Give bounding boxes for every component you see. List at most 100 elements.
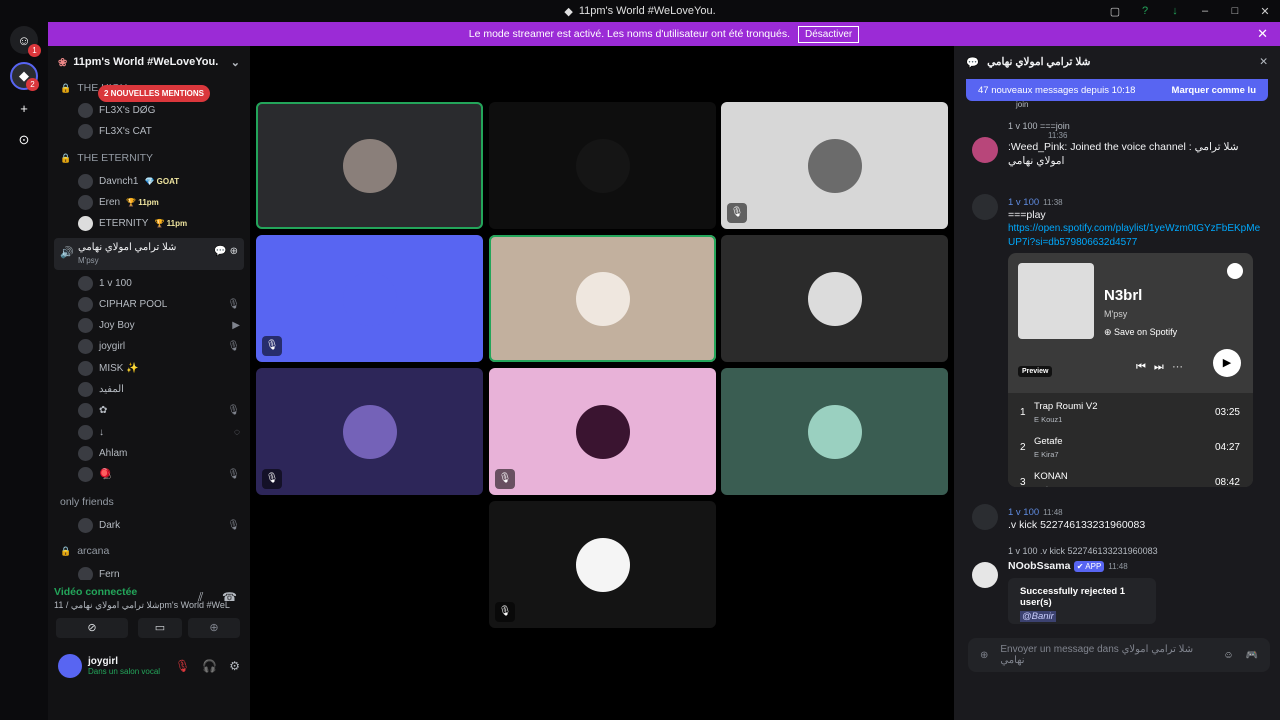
voice-user[interactable]: Davnch1 💎 GOAT xyxy=(78,172,240,190)
gamepad-icon[interactable]: 🎮 xyxy=(1246,650,1258,661)
avatar[interactable] xyxy=(58,654,82,678)
voice-user[interactable]: ETERNITY 🏆 11pm xyxy=(78,214,240,232)
next-icon[interactable]: ⏭ xyxy=(1154,361,1172,373)
status-icon: 🎙 xyxy=(227,469,240,481)
activity-button[interactable]: ⊕ xyxy=(188,618,240,638)
video-tile[interactable]: 🎙 xyxy=(256,368,483,495)
chat-title: شلا ترامي امولاي نهامي xyxy=(987,56,1091,68)
compass-icon: ⊙ xyxy=(18,132,30,147)
save-on-spotify-button[interactable]: ⊕ Save on Spotify xyxy=(1104,327,1177,338)
video-tile[interactable]: 🎙 xyxy=(489,501,716,628)
play-button[interactable]: ▶ xyxy=(1213,349,1241,377)
message-placeholder: Envoyer un message dans شلا ترامي امولاي… xyxy=(1000,644,1194,666)
status-icon: ◌ xyxy=(234,426,240,438)
voice-channel-active[interactable]: 🔊 شلا ترامي امولاي نهامي M'psy 💬 ⊕ xyxy=(54,238,244,270)
avatar xyxy=(78,424,93,440)
voice-user[interactable]: ✿ 🎙 xyxy=(78,402,240,420)
home-button[interactable]: ☺ 1 xyxy=(10,26,41,57)
server-icon[interactable]: ◆ 2 xyxy=(10,62,39,91)
author-name[interactable]: 1 v 100 xyxy=(1008,197,1039,208)
playlist-title[interactable]: N3brl xyxy=(1104,287,1142,304)
category-eternity[interactable]: 🔒 THE ETERNITY xyxy=(60,152,153,164)
voice-user[interactable]: 🪀 🎙 xyxy=(78,466,240,484)
user-name: FL3X's CAT xyxy=(99,125,152,137)
disable-streamer-button[interactable]: Désactiver xyxy=(798,25,860,43)
user-name: Dark xyxy=(99,519,121,531)
voice-user[interactable]: Eren 🏆 11pm xyxy=(78,193,240,211)
inbox-icon[interactable]: ▢ xyxy=(1100,5,1130,18)
voice-user[interactable]: Dark 🎙 xyxy=(78,516,240,534)
avatar xyxy=(78,467,93,483)
category-only-friends[interactable]: only friends xyxy=(60,496,114,508)
banner-close-icon[interactable]: ✕ xyxy=(1257,26,1268,42)
video-tile[interactable] xyxy=(489,235,716,362)
voice-user[interactable]: 1 v 100 xyxy=(78,274,240,292)
voice-user[interactable]: ↓ ◌ xyxy=(78,423,240,441)
track-row[interactable]: 1 Trap Roumi V2 E Kouz1 03:25 xyxy=(1020,399,1240,429)
voice-user[interactable]: CIPHAR POOL 🎙 xyxy=(78,295,240,313)
voice-user[interactable]: Joy Boy ▶ xyxy=(78,317,240,335)
preview-badge: Preview xyxy=(1018,366,1053,377)
mic-muted-icon: 🎙 xyxy=(262,336,282,356)
disconnect-icon[interactable]: ☎ xyxy=(222,590,237,604)
mentions-pill[interactable]: 2 NOUVELLES MENTIONS xyxy=(98,85,211,102)
minimize-button[interactable]: – xyxy=(1190,5,1220,17)
category-arcana[interactable]: 🔒 arcana xyxy=(60,545,109,557)
chevron-down-icon[interactable]: ⌄ xyxy=(231,56,240,69)
author-name[interactable]: 1 v 100 xyxy=(1008,507,1039,518)
previous-icon[interactable]: ⏮ xyxy=(1136,361,1154,373)
headphones-icon[interactable]: 🎧 xyxy=(202,659,217,673)
video-tile[interactable]: 🎙 xyxy=(721,102,948,229)
camera-button[interactable]: ⊘ xyxy=(56,618,128,638)
explore-button[interactable]: ⊙ xyxy=(10,126,38,154)
playlist-artist: M'psy xyxy=(1104,309,1128,319)
voice-user[interactable]: MISK ✨ xyxy=(78,359,240,377)
video-tile[interactable] xyxy=(489,102,716,229)
video-tile[interactable] xyxy=(721,235,948,362)
user-name: MISK ✨ xyxy=(99,362,139,374)
emoji-icon[interactable]: ☺ xyxy=(1223,650,1233,661)
help-icon[interactable]: ? xyxy=(1130,5,1160,17)
video-tile[interactable]: 🎙 xyxy=(256,235,483,362)
mic-muted-icon[interactable]: 🎙 xyxy=(175,659,190,673)
download-icon[interactable]: ↓ xyxy=(1160,5,1190,17)
role-tag: 🏆 11pm xyxy=(154,218,188,228)
voice-user[interactable]: Ahlam xyxy=(78,444,240,462)
voice-user[interactable]: FL3X's DØG xyxy=(78,101,240,119)
voice-user[interactable]: المفيد xyxy=(78,381,240,399)
chat-icon[interactable]: 💬 ⊕ xyxy=(214,246,238,257)
video-tile[interactable] xyxy=(256,102,483,229)
video-tile[interactable]: 🎙 xyxy=(489,368,716,495)
maximize-button[interactable]: □ xyxy=(1220,5,1250,17)
more-icon[interactable]: ⋯ xyxy=(1172,361,1191,373)
close-window-button[interactable]: ✕ xyxy=(1250,5,1280,18)
playlist-cover[interactable] xyxy=(1018,263,1094,339)
user-mention[interactable]: @Banir xyxy=(1020,611,1056,622)
banner-text: Le mode streamer est activé. Les noms d'… xyxy=(468,28,790,40)
app-logo-icon: ◆ xyxy=(564,5,573,18)
message-time: 11:48 xyxy=(1043,508,1063,517)
close-chat-icon[interactable]: ✕ xyxy=(1259,56,1268,68)
server-header[interactable]: ❀ 11pm's World #WeLoveYou. ⌄ xyxy=(48,46,250,78)
plus-icon[interactable]: ⊕ xyxy=(980,650,988,661)
message-input[interactable]: ⊕ Envoyer un message dans شلا ترامي امول… xyxy=(968,638,1270,672)
noise-suppression-icon[interactable]: ⫽ xyxy=(198,590,203,605)
avatar xyxy=(78,360,93,376)
screenshare-button[interactable]: ▭ xyxy=(138,618,182,638)
gear-icon[interactable]: ⚙ xyxy=(229,659,240,673)
voice-user[interactable]: joygirl 🎙 xyxy=(78,338,240,356)
voice-user[interactable]: FL3X's CAT xyxy=(78,122,240,140)
spotify-link[interactable]: https://open.spotify.com/playlist/1yeWzm… xyxy=(1008,222,1262,250)
message-text: ===play xyxy=(1008,209,1046,221)
author-name[interactable]: NOobSsama xyxy=(1008,560,1070,572)
video-tile[interactable] xyxy=(721,368,948,495)
spotify-embed: N3brl M'psy ⊕ Save on Spotify Preview ⏮⏭… xyxy=(1008,253,1253,487)
mark-read-button[interactable]: Marquer comme lu xyxy=(1172,85,1256,96)
spotify-logo-icon[interactable] xyxy=(1227,263,1243,279)
user-name: المفيد xyxy=(99,384,124,395)
user-status: Dans un salon vocal xyxy=(88,667,161,676)
server-badge: 2 xyxy=(26,78,39,91)
track-row[interactable]: 2 Getafe E Kira7 04:27 xyxy=(1020,434,1240,464)
track-row[interactable]: 3 KONAN E Kira7 08:42 xyxy=(1020,469,1240,487)
add-server-button[interactable]: + xyxy=(10,94,38,122)
